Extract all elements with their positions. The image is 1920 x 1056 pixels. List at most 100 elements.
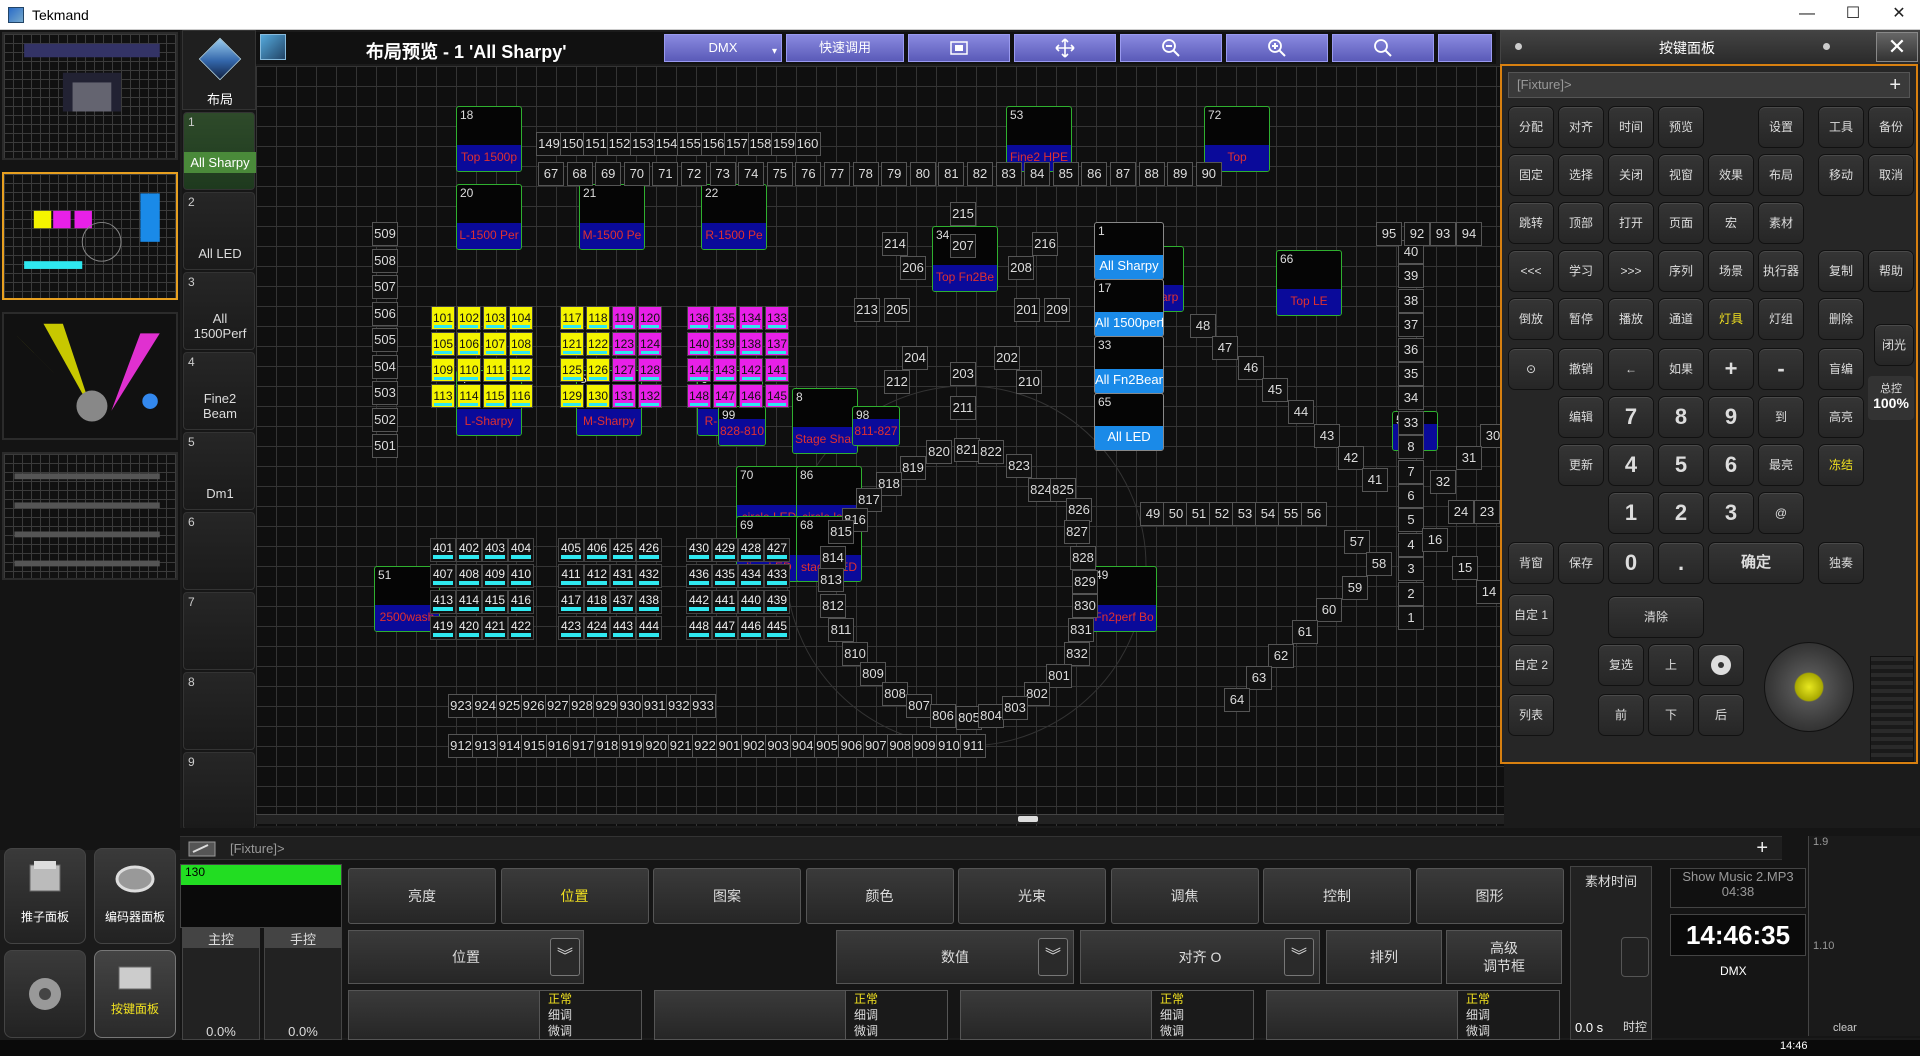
fixture-128[interactable]: 128 — [638, 358, 662, 382]
fixture-828[interactable]: 828 — [1070, 546, 1096, 570]
fixture-6[interactable]: 6 — [1398, 484, 1424, 508]
fixture-503[interactable]: 503 — [372, 381, 398, 405]
fixture-116[interactable]: 116 — [509, 384, 533, 408]
fixture-118[interactable]: 118 — [586, 306, 610, 330]
fixture-932[interactable]: 932 — [665, 694, 692, 718]
group-17[interactable]: 17 All 1500perf — [1094, 279, 1164, 337]
fixture-71[interactable]: 71 — [652, 162, 679, 186]
fixture-64[interactable]: 64 — [1224, 688, 1250, 712]
fixture-148[interactable]: 148 — [687, 384, 711, 408]
fixture-209[interactable]: 209 — [1044, 298, 1070, 322]
key-0[interactable]: 0 — [1608, 542, 1654, 584]
settings-button[interactable] — [4, 950, 86, 1038]
fixture-401[interactable]: 401 — [430, 538, 456, 562]
fixture-908[interactable]: 908 — [887, 734, 914, 758]
fixture-7[interactable]: 7 — [1398, 459, 1424, 484]
fixture-46[interactable]: 46 — [1238, 356, 1264, 380]
fixture-83[interactable]: 83 — [995, 162, 1022, 186]
fixture-95[interactable]: 95 — [1376, 222, 1402, 246]
thumbnail-4[interactable] — [2, 452, 178, 580]
fixture-421[interactable]: 421 — [482, 616, 508, 640]
attr-tab-3[interactable]: 颜色 — [805, 868, 954, 924]
fixture-414[interactable]: 414 — [456, 590, 482, 614]
fixture-123[interactable]: 123 — [612, 332, 636, 356]
fixture-901[interactable]: 901 — [716, 734, 743, 758]
fixture-133[interactable]: 133 — [765, 306, 789, 330]
key-对齐[interactable]: 对齐 — [1558, 106, 1604, 148]
key-播放[interactable]: 播放 — [1608, 298, 1654, 340]
key-序列[interactable]: 序列 — [1658, 250, 1704, 292]
fixture-44[interactable]: 44 — [1288, 400, 1314, 424]
fixture-86[interactable]: 86 — [1081, 162, 1108, 186]
fixture-57[interactable]: 57 — [1344, 530, 1370, 554]
fixture-445[interactable]: 445 — [764, 616, 790, 640]
fixture-411[interactable]: 411 — [558, 564, 584, 588]
maximize-button[interactable]: ☐ — [1830, 0, 1876, 30]
key-打开[interactable]: 打开 — [1608, 202, 1654, 244]
fixture-159[interactable]: 159 — [771, 132, 797, 156]
fixture-821[interactable]: 821 — [954, 438, 980, 462]
zoom-out-button[interactable] — [1120, 34, 1222, 62]
fixture-21[interactable]: 21 M-1500 Pe — [579, 184, 645, 250]
fixture-214[interactable]: 214 — [882, 232, 908, 256]
fixture-437[interactable]: 437 — [610, 590, 636, 614]
fixture-76[interactable]: 76 — [795, 162, 822, 186]
view-button-3[interactable]: 3 All 1500Perf — [183, 272, 255, 350]
fixture-8[interactable]: 8 — [1398, 435, 1424, 460]
key-<<<[interactable]: <<< — [1508, 250, 1554, 292]
fixture-120[interactable]: 120 — [638, 306, 662, 330]
key-跳转[interactable]: 跳转 — [1508, 202, 1554, 244]
fixture-122[interactable]: 122 — [586, 332, 610, 356]
fixture-98[interactable]: 98 811-827 — [852, 406, 900, 446]
key-帮助[interactable]: 帮助 — [1868, 250, 1914, 292]
fixture-102[interactable]: 102 — [457, 306, 481, 330]
fixture-48[interactable]: 48 — [1190, 314, 1216, 338]
key-到[interactable]: 到 — [1758, 396, 1804, 438]
zoom-in-button[interactable] — [1226, 34, 1328, 62]
fixture-157[interactable]: 157 — [724, 132, 750, 156]
fixture-914[interactable]: 914 — [496, 734, 523, 758]
fixture-819[interactable]: 819 — [900, 456, 926, 480]
fixture-206[interactable]: 206 — [900, 256, 926, 280]
key-宏[interactable]: 宏 — [1708, 202, 1754, 244]
fixture-33[interactable]: 33 — [1398, 410, 1424, 435]
fixture-58[interactable]: 58 — [1366, 552, 1392, 576]
fixture-804[interactable]: 804 — [978, 704, 1004, 728]
fixture-138[interactable]: 138 — [739, 332, 763, 356]
fixture-933[interactable]: 933 — [690, 694, 716, 718]
fixture-111[interactable]: 111 — [483, 358, 507, 382]
fixture-930[interactable]: 930 — [617, 694, 644, 718]
fixture-447[interactable]: 447 — [712, 616, 738, 640]
fixture-49[interactable]: 49 Fn2perf Bo — [1091, 566, 1157, 632]
key-@[interactable]: @ — [1758, 492, 1804, 534]
key-panel-button[interactable]: 按键面板 — [94, 950, 176, 1038]
fixture-924[interactable]: 924 — [472, 694, 499, 718]
fixture-22[interactable]: 22 R-1500 Pe — [701, 184, 767, 250]
fixture-99[interactable]: 99 828-810 — [718, 406, 766, 446]
fixture-923[interactable]: 923 — [448, 694, 474, 718]
key-编辑[interactable]: 编辑 — [1558, 396, 1604, 438]
attr-tab-7[interactable]: 图形 — [1415, 868, 1564, 924]
fixture-446[interactable]: 446 — [738, 616, 764, 640]
key-7[interactable]: 7 — [1608, 396, 1654, 438]
fixture-94[interactable]: 94 — [1456, 222, 1482, 246]
fixture-418[interactable]: 418 — [584, 590, 610, 614]
chevron-down-icon[interactable]: ︾ — [1284, 938, 1314, 976]
fixture-18[interactable]: 18 Top 1500p — [456, 106, 522, 172]
key-2[interactable]: 2 — [1658, 492, 1704, 534]
fixture-115[interactable]: 115 — [483, 384, 507, 408]
fixture-502[interactable]: 502 — [372, 407, 398, 432]
key-copy[interactable]: 复选 — [1598, 644, 1644, 686]
attr-tab-1[interactable]: 位置 — [500, 868, 649, 924]
fixture-409[interactable]: 409 — [482, 564, 508, 588]
dmx-button[interactable]: DMX ▾ — [664, 34, 782, 62]
key-custom1[interactable]: 自定 1 — [1508, 594, 1554, 636]
fixture-1[interactable]: 1 — [1398, 606, 1424, 630]
zoom-fit-button[interactable] — [1332, 34, 1434, 62]
fixture-56[interactable]: 56 — [1301, 502, 1327, 526]
key-通道[interactable]: 通道 — [1658, 298, 1704, 340]
key-1[interactable]: 1 — [1608, 492, 1654, 534]
view-button-5[interactable]: 5 Dm1 — [183, 432, 255, 510]
view-button-4[interactable]: 4 Fine2 Beam — [183, 352, 255, 430]
fixture-85[interactable]: 85 — [1052, 162, 1079, 186]
